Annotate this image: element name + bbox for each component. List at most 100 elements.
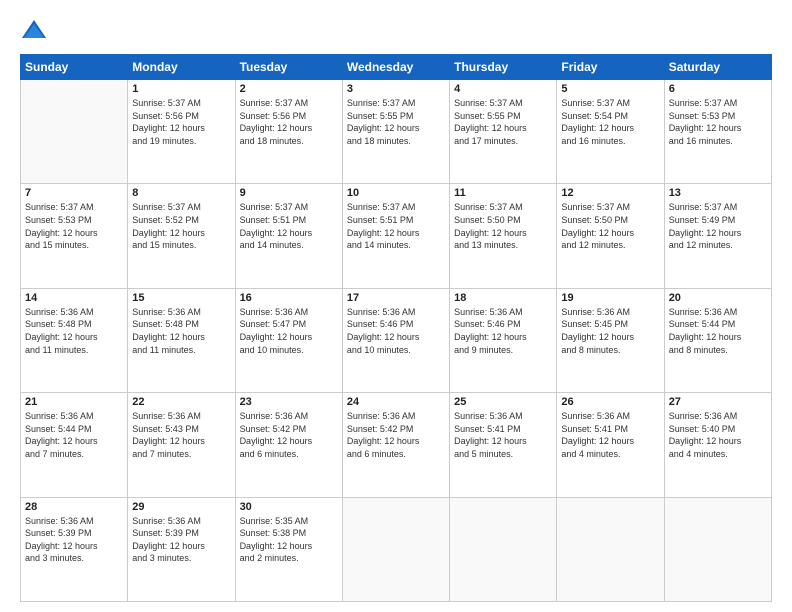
calendar-header-row: SundayMondayTuesdayWednesdayThursdayFrid… bbox=[21, 55, 772, 80]
day-info: Sunrise: 5:35 AM Sunset: 5:38 PM Dayligh… bbox=[240, 515, 338, 565]
col-header-monday: Monday bbox=[128, 55, 235, 80]
calendar-cell: 7 Sunrise: 5:37 AM Sunset: 5:53 PM Daylig… bbox=[21, 184, 128, 288]
day-number: 8 bbox=[132, 187, 230, 199]
calendar-cell: 24 Sunrise: 5:36 AM Sunset: 5:42 PM Dayli… bbox=[342, 393, 449, 497]
calendar-cell bbox=[557, 497, 664, 601]
day-info: Sunrise: 5:36 AM Sunset: 5:44 PM Dayligh… bbox=[25, 410, 123, 460]
calendar-cell: 13 Sunrise: 5:37 AM Sunset: 5:49 PM Dayli… bbox=[664, 184, 771, 288]
calendar-table: SundayMondayTuesdayWednesdayThursdayFrid… bbox=[20, 54, 772, 602]
week-row-0: 1 Sunrise: 5:37 AM Sunset: 5:56 PM Daylig… bbox=[21, 80, 772, 184]
day-info: Sunrise: 5:37 AM Sunset: 5:53 PM Dayligh… bbox=[25, 201, 123, 251]
week-row-1: 7 Sunrise: 5:37 AM Sunset: 5:53 PM Daylig… bbox=[21, 184, 772, 288]
day-info: Sunrise: 5:36 AM Sunset: 5:48 PM Dayligh… bbox=[25, 306, 123, 356]
calendar-cell: 16 Sunrise: 5:36 AM Sunset: 5:47 PM Dayli… bbox=[235, 288, 342, 392]
day-info: Sunrise: 5:37 AM Sunset: 5:51 PM Dayligh… bbox=[240, 201, 338, 251]
calendar-cell: 27 Sunrise: 5:36 AM Sunset: 5:40 PM Dayli… bbox=[664, 393, 771, 497]
col-header-wednesday: Wednesday bbox=[342, 55, 449, 80]
day-number: 1 bbox=[132, 83, 230, 95]
day-info: Sunrise: 5:37 AM Sunset: 5:51 PM Dayligh… bbox=[347, 201, 445, 251]
calendar-cell: 19 Sunrise: 5:36 AM Sunset: 5:45 PM Dayli… bbox=[557, 288, 664, 392]
col-header-tuesday: Tuesday bbox=[235, 55, 342, 80]
day-number: 29 bbox=[132, 501, 230, 513]
week-row-4: 28 Sunrise: 5:36 AM Sunset: 5:39 PM Dayli… bbox=[21, 497, 772, 601]
day-number: 7 bbox=[25, 187, 123, 199]
day-info: Sunrise: 5:37 AM Sunset: 5:56 PM Dayligh… bbox=[240, 97, 338, 147]
day-info: Sunrise: 5:37 AM Sunset: 5:56 PM Dayligh… bbox=[132, 97, 230, 147]
day-number: 3 bbox=[347, 83, 445, 95]
day-number: 4 bbox=[454, 83, 552, 95]
day-info: Sunrise: 5:37 AM Sunset: 5:54 PM Dayligh… bbox=[561, 97, 659, 147]
day-number: 2 bbox=[240, 83, 338, 95]
col-header-sunday: Sunday bbox=[21, 55, 128, 80]
day-info: Sunrise: 5:36 AM Sunset: 5:45 PM Dayligh… bbox=[561, 306, 659, 356]
day-number: 25 bbox=[454, 396, 552, 408]
day-number: 12 bbox=[561, 187, 659, 199]
week-row-3: 21 Sunrise: 5:36 AM Sunset: 5:44 PM Dayli… bbox=[21, 393, 772, 497]
calendar-cell bbox=[342, 497, 449, 601]
day-number: 15 bbox=[132, 292, 230, 304]
day-info: Sunrise: 5:36 AM Sunset: 5:47 PM Dayligh… bbox=[240, 306, 338, 356]
day-number: 30 bbox=[240, 501, 338, 513]
calendar-cell: 5 Sunrise: 5:37 AM Sunset: 5:54 PM Daylig… bbox=[557, 80, 664, 184]
calendar-cell: 1 Sunrise: 5:37 AM Sunset: 5:56 PM Daylig… bbox=[128, 80, 235, 184]
day-number: 16 bbox=[240, 292, 338, 304]
day-number: 6 bbox=[669, 83, 767, 95]
day-number: 19 bbox=[561, 292, 659, 304]
calendar-cell: 2 Sunrise: 5:37 AM Sunset: 5:56 PM Daylig… bbox=[235, 80, 342, 184]
calendar-cell: 3 Sunrise: 5:37 AM Sunset: 5:55 PM Daylig… bbox=[342, 80, 449, 184]
col-header-thursday: Thursday bbox=[450, 55, 557, 80]
day-number: 18 bbox=[454, 292, 552, 304]
calendar-cell: 22Sunrise: 5:36 AM Sunset: 5:43 PM Dayli… bbox=[128, 393, 235, 497]
page: SundayMondayTuesdayWednesdayThursdayFrid… bbox=[0, 0, 792, 612]
calendar-cell: 21 Sunrise: 5:36 AM Sunset: 5:44 PM Dayli… bbox=[21, 393, 128, 497]
calendar-cell: 6 Sunrise: 5:37 AM Sunset: 5:53 PM Daylig… bbox=[664, 80, 771, 184]
day-info: Sunrise: 5:36 AM Sunset: 5:42 PM Dayligh… bbox=[240, 410, 338, 460]
calendar-cell: 25 Sunrise: 5:36 AM Sunset: 5:41 PM Dayli… bbox=[450, 393, 557, 497]
day-info: Sunrise: 5:37 AM Sunset: 5:53 PM Dayligh… bbox=[669, 97, 767, 147]
day-info: Sunrise: 5:36 AM Sunset: 5:41 PM Dayligh… bbox=[561, 410, 659, 460]
calendar-cell: 23Sunrise: 5:36 AM Sunset: 5:42 PM Dayli… bbox=[235, 393, 342, 497]
calendar-cell: 17 Sunrise: 5:36 AM Sunset: 5:46 PM Dayli… bbox=[342, 288, 449, 392]
week-row-2: 14 Sunrise: 5:36 AM Sunset: 5:48 PM Dayli… bbox=[21, 288, 772, 392]
day-info: Sunrise: 5:36 AM Sunset: 5:41 PM Dayligh… bbox=[454, 410, 552, 460]
day-number: 21 bbox=[25, 396, 123, 408]
day-info: Sunrise: 5:36 AM Sunset: 5:42 PM Dayligh… bbox=[347, 410, 445, 460]
day-info: Sunrise: 5:37 AM Sunset: 5:55 PM Dayligh… bbox=[454, 97, 552, 147]
calendar-cell: 28Sunrise: 5:36 AM Sunset: 5:39 PM Dayli… bbox=[21, 497, 128, 601]
calendar-cell bbox=[21, 80, 128, 184]
day-info: Sunrise: 5:36 AM Sunset: 5:40 PM Dayligh… bbox=[669, 410, 767, 460]
day-info: Sunrise: 5:36 AM Sunset: 5:39 PM Dayligh… bbox=[132, 515, 230, 565]
calendar-cell: 29 Sunrise: 5:36 AM Sunset: 5:39 PM Dayli… bbox=[128, 497, 235, 601]
day-number: 27 bbox=[669, 396, 767, 408]
calendar-cell: 30 Sunrise: 5:35 AM Sunset: 5:38 PM Dayli… bbox=[235, 497, 342, 601]
day-number: 28 bbox=[25, 501, 123, 513]
day-info: Sunrise: 5:37 AM Sunset: 5:55 PM Dayligh… bbox=[347, 97, 445, 147]
day-info: Sunrise: 5:36 AM Sunset: 5:46 PM Dayligh… bbox=[347, 306, 445, 356]
calendar-cell bbox=[450, 497, 557, 601]
calendar-cell: 4 Sunrise: 5:37 AM Sunset: 5:55 PM Daylig… bbox=[450, 80, 557, 184]
calendar-cell: 20Sunrise: 5:36 AM Sunset: 5:44 PM Dayli… bbox=[664, 288, 771, 392]
day-info: Sunrise: 5:37 AM Sunset: 5:49 PM Dayligh… bbox=[669, 201, 767, 251]
day-info: Sunrise: 5:37 AM Sunset: 5:50 PM Dayligh… bbox=[561, 201, 659, 251]
day-number: 9 bbox=[240, 187, 338, 199]
day-number: 13 bbox=[669, 187, 767, 199]
day-info: Sunrise: 5:37 AM Sunset: 5:52 PM Dayligh… bbox=[132, 201, 230, 251]
day-number: 11 bbox=[454, 187, 552, 199]
calendar-cell: 26 Sunrise: 5:36 AM Sunset: 5:41 PM Dayli… bbox=[557, 393, 664, 497]
day-number: 26 bbox=[561, 396, 659, 408]
day-number: 20 bbox=[669, 292, 767, 304]
logo-icon bbox=[20, 16, 48, 44]
col-header-saturday: Saturday bbox=[664, 55, 771, 80]
day-number: 17 bbox=[347, 292, 445, 304]
calendar-cell: 11Sunrise: 5:37 AM Sunset: 5:50 PM Dayli… bbox=[450, 184, 557, 288]
day-number: 24 bbox=[347, 396, 445, 408]
calendar-cell: 14 Sunrise: 5:36 AM Sunset: 5:48 PM Dayli… bbox=[21, 288, 128, 392]
day-info: Sunrise: 5:36 AM Sunset: 5:46 PM Dayligh… bbox=[454, 306, 552, 356]
logo bbox=[20, 16, 52, 44]
day-info: Sunrise: 5:36 AM Sunset: 5:43 PM Dayligh… bbox=[132, 410, 230, 460]
calendar-cell: 9 Sunrise: 5:37 AM Sunset: 5:51 PM Daylig… bbox=[235, 184, 342, 288]
calendar-cell: 10 Sunrise: 5:37 AM Sunset: 5:51 PM Dayli… bbox=[342, 184, 449, 288]
day-number: 14 bbox=[25, 292, 123, 304]
day-number: 10 bbox=[347, 187, 445, 199]
day-number: 5 bbox=[561, 83, 659, 95]
